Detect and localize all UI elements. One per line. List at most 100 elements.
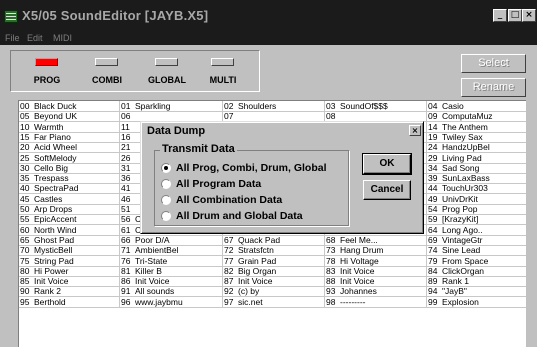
- program-cell[interactable]: 71 AmbientBel: [120, 245, 223, 255]
- maximize-button[interactable]: □: [508, 9, 522, 22]
- program-cell[interactable]: 01 Sparkling: [120, 101, 223, 111]
- program-name: Sparkling: [135, 101, 171, 111]
- program-name: SoundOf$$$: [340, 101, 388, 111]
- program-cell[interactable]: 05 Beyond UK: [19, 111, 120, 121]
- program-cell[interactable]: 97 sic.net: [223, 297, 325, 307]
- radio-button[interactable]: [161, 211, 171, 221]
- program-cell[interactable]: 35 Trespass: [19, 173, 120, 183]
- program-cell[interactable]: 29 Living Pad: [427, 153, 526, 163]
- program-cell[interactable]: 67 Quack Pad: [223, 235, 325, 245]
- program-cell[interactable]: 19 Twiley Sax: [427, 132, 526, 142]
- program-cell[interactable]: 25 SoftMelody: [19, 153, 120, 163]
- program-cell[interactable]: 87 Init Voice: [223, 276, 325, 286]
- program-cell[interactable]: 74 Sine Lead: [427, 245, 526, 255]
- program-cell[interactable]: 82 Big Organ: [223, 266, 325, 276]
- program-cell[interactable]: 68 Feel Me...: [325, 235, 427, 245]
- program-cell[interactable]: 04 Casio: [427, 101, 526, 111]
- menu-edit[interactable]: Edit: [27, 33, 43, 43]
- program-cell[interactable]: 66 Poor D/A: [120, 235, 223, 245]
- program-cell[interactable]: 60 North Wind: [19, 225, 120, 235]
- minimize-button[interactable]: _: [493, 9, 507, 22]
- program-cell[interactable]: 78 Hi Voltage: [325, 256, 427, 266]
- program-cell[interactable]: 65 Ghost Pad: [19, 235, 120, 245]
- program-cell[interactable]: 02 Shoulders: [223, 101, 325, 111]
- program-cell[interactable]: 95 Berthold: [19, 297, 120, 307]
- radio-button[interactable]: [161, 179, 171, 189]
- mode-multi-button[interactable]: MULTI: [195, 51, 251, 91]
- program-cell[interactable]: 64 Long Ago..: [427, 225, 526, 235]
- program-cell[interactable]: 84 ClickOrgan: [427, 266, 526, 276]
- program-number: 64: [428, 225, 438, 235]
- program-number: 70: [20, 245, 30, 255]
- program-cell[interactable]: 34 Sad Song: [427, 163, 526, 173]
- program-cell[interactable]: 89 Rank 1: [427, 276, 526, 286]
- program-cell[interactable]: 40 SpectraPad: [19, 183, 120, 193]
- program-cell[interactable]: 69 VintageGtr: [427, 235, 526, 245]
- program-cell[interactable]: 45 Castles: [19, 194, 120, 204]
- program-cell[interactable]: 00 Black Duck: [19, 101, 120, 111]
- mode-combi-button[interactable]: COMBI: [79, 51, 135, 91]
- close-button[interactable]: ×: [522, 9, 536, 22]
- menu-file[interactable]: File: [5, 33, 20, 43]
- program-name: sic.net: [238, 297, 263, 307]
- option-label: All Combination Data: [176, 194, 283, 206]
- program-cell[interactable]: 55 EpicAccent: [19, 214, 120, 224]
- program-cell[interactable]: 24 HandzUpBel: [427, 142, 526, 152]
- program-cell[interactable]: 14 The Anthem: [427, 122, 526, 132]
- program-cell[interactable]: 85 Init Voice: [19, 276, 120, 286]
- transmit-data-group: Transmit Data All Prog, Combi, Drum, Glo…: [154, 143, 349, 226]
- program-name: The Anthem: [442, 122, 488, 132]
- program-cell[interactable]: 81 Killer B: [120, 266, 223, 276]
- program-cell[interactable]: 59 [KrazyKit]: [427, 214, 526, 224]
- menu-midi[interactable]: MIDI: [53, 33, 72, 43]
- program-cell[interactable]: 96 www.jaybmu: [120, 297, 223, 307]
- program-cell[interactable]: 94 "JayB": [427, 286, 526, 296]
- program-cell[interactable]: 30 Cello Big: [19, 163, 120, 173]
- program-cell[interactable]: 54 Prog Pop: [427, 204, 526, 214]
- program-cell[interactable]: 79 From Space: [427, 256, 526, 266]
- program-cell[interactable]: 50 Arp Drops: [19, 204, 120, 214]
- program-cell[interactable]: 70 MysticBell: [19, 245, 120, 255]
- program-cell[interactable]: 73 Hang Drum: [325, 245, 427, 255]
- program-cell[interactable]: 93 Johannes: [325, 286, 427, 296]
- program-cell[interactable]: 06: [120, 111, 223, 121]
- program-cell[interactable]: 10 Warmth: [19, 122, 120, 132]
- program-number: 40: [20, 183, 30, 193]
- program-cell[interactable]: 83 Init Voice: [325, 266, 427, 276]
- program-name: Trespass: [34, 173, 69, 183]
- program-cell[interactable]: 77 Grain Pad: [223, 256, 325, 266]
- radio-button[interactable]: [161, 163, 171, 173]
- select-button[interactable]: Select: [461, 54, 526, 73]
- program-cell[interactable]: 76 Tri-State: [120, 256, 223, 266]
- radio-button[interactable]: [161, 195, 171, 205]
- program-cell[interactable]: 99 Explosion: [427, 297, 526, 307]
- program-number: 36: [121, 173, 131, 183]
- dialog-close-button[interactable]: ×: [409, 125, 421, 136]
- program-cell[interactable]: 39 SunLaxBass: [427, 173, 526, 183]
- program-cell[interactable]: 07: [223, 111, 325, 121]
- program-cell[interactable]: 90 Rank 2: [19, 286, 120, 296]
- rename-button[interactable]: Rename: [461, 78, 526, 97]
- program-cell[interactable]: 08: [325, 111, 427, 121]
- program-cell[interactable]: 20 Acid Wheel: [19, 142, 120, 152]
- mode-prog-button[interactable]: PROG: [19, 51, 75, 91]
- program-cell[interactable]: 44 TouchUr303: [427, 183, 526, 193]
- program-cell[interactable]: 80 Hi Power: [19, 266, 120, 276]
- program-cell[interactable]: 09 ComputaMuz: [427, 111, 526, 121]
- cancel-button[interactable]: Cancel: [363, 180, 411, 200]
- program-cell[interactable]: 49 UnivDrKit: [427, 194, 526, 204]
- mode-global-button[interactable]: GLOBAL: [139, 51, 195, 91]
- ok-button[interactable]: OK: [362, 153, 412, 175]
- program-cell[interactable]: 72 Stratsfctn: [223, 245, 325, 255]
- program-cell[interactable]: 98 ---------: [325, 297, 427, 307]
- program-number: 81: [121, 266, 131, 276]
- program-cell[interactable]: 88 Init Voice: [325, 276, 427, 286]
- program-cell[interactable]: 92 (c) by: [223, 286, 325, 296]
- program-cell[interactable]: 75 String Pad: [19, 256, 120, 266]
- program-cell[interactable]: 03 SoundOf$$$: [325, 101, 427, 111]
- program-name: Twiley Sax: [442, 132, 483, 142]
- program-number: 94: [428, 286, 438, 296]
- program-cell[interactable]: 15 Far Piano: [19, 132, 120, 142]
- program-cell[interactable]: 86 Init Voice: [120, 276, 223, 286]
- program-cell[interactable]: 91 All sounds: [120, 286, 223, 296]
